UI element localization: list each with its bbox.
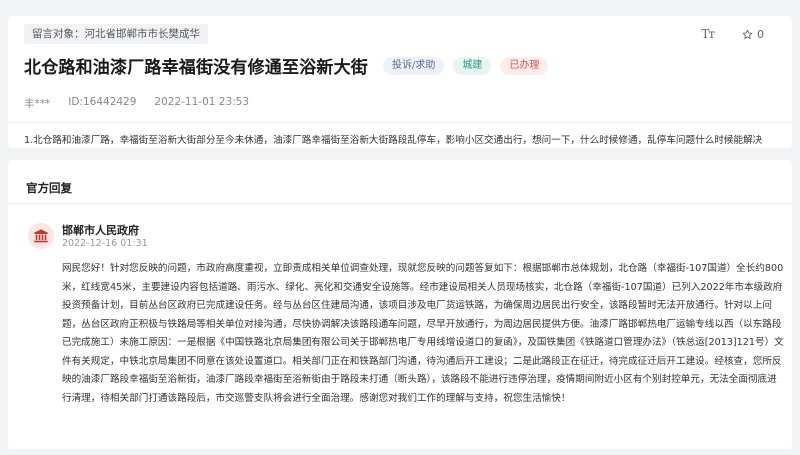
divider bbox=[8, 203, 792, 204]
divider bbox=[8, 122, 792, 123]
section-title: 官方回复 bbox=[26, 181, 72, 195]
petition-timestamp: 2022-11-01 23:53 bbox=[154, 96, 250, 108]
official-reply-card: 官方回复 邯郸市人民政府 2022-12-16 01:31 网民您好！针对您反映… bbox=[8, 160, 792, 449]
petition-meta: 丰*** ID:16442429 2022-11-01 23:53 bbox=[24, 96, 249, 111]
reply-body: 网民您好！针对您反映的问题，市政府高度重视，立即责成相关单位调查处理，现就您反映… bbox=[62, 263, 784, 404]
author-name: 丰*** bbox=[24, 98, 51, 110]
title-row: 北仓路和油漆厂路幸福街没有修通至浴新大街 投诉/求助 城建 已办理 bbox=[24, 53, 549, 78]
petition-body: 1.北仓路和油漆厂路，幸福街至浴新大街部分至今未休通，油漆厂路幸福街至浴新大街路… bbox=[24, 135, 763, 146]
government-building-icon bbox=[28, 223, 54, 249]
favorite-count: 0 bbox=[757, 27, 764, 41]
page-title: 北仓路和油漆厂路幸福街没有修通至浴新大街 bbox=[24, 58, 368, 78]
tag-type: 投诉/求助 bbox=[383, 56, 445, 75]
responder-name: 邯郸市人民政府 bbox=[62, 224, 139, 237]
petition-id: ID:16442429 bbox=[68, 96, 137, 108]
reply-timestamp: 2022-12-16 01:31 bbox=[62, 238, 148, 249]
target-label: 留言对象： bbox=[32, 28, 85, 40]
top-actions: Tт 0 bbox=[701, 27, 764, 41]
text-size-icon[interactable]: Tт bbox=[701, 27, 715, 41]
favorite-button[interactable]: 0 bbox=[742, 28, 764, 41]
status-badge: 已办理 bbox=[500, 56, 549, 75]
petition-card: 留言对象：河北省邯郸市市长樊成华 Tт 0 北仓路和油漆厂路幸福街没有修通至浴新… bbox=[8, 16, 792, 148]
petition-target-chip: 留言对象：河北省邯郸市市长樊成华 bbox=[24, 24, 208, 44]
star-icon bbox=[742, 29, 753, 39]
tag-category: 城建 bbox=[453, 56, 492, 75]
target-value: 河北省邯郸市市长樊成华 bbox=[84, 28, 201, 40]
